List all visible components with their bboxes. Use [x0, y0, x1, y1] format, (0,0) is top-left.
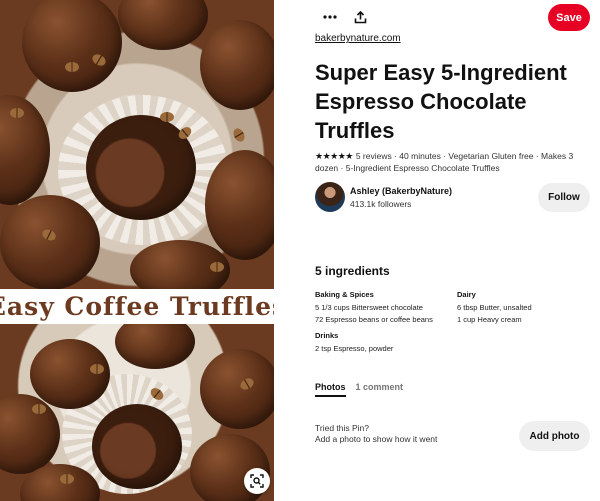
ingredients-column-left: Baking & Spices 5 1/3 cups Bittersweet c… — [315, 289, 455, 359]
rating-stars: ★★★★★ — [315, 151, 353, 161]
ingredient-item: 1 cup Heavy cream — [457, 315, 522, 324]
ingredient-group: Baking & Spices 5 1/3 cups Bittersweet c… — [315, 289, 455, 326]
pin-meta: ★★★★★ 5 reviews · 40 minutes · Vegetarian… — [315, 150, 590, 174]
ingredients-heading: 5 ingredients — [315, 264, 390, 278]
coffee-bean — [65, 62, 79, 72]
truffle — [115, 324, 195, 369]
ingredient-group-title: Dairy — [457, 290, 476, 299]
truffle — [0, 195, 100, 289]
truffle — [200, 349, 274, 429]
coffee-bean — [160, 112, 174, 122]
more-options-icon — [323, 15, 337, 19]
ingredient-group-title: Baking & Spices — [315, 290, 374, 299]
truffle — [118, 0, 208, 50]
recipe-details: · 40 minutes · Vegetarian Gluten free · … — [315, 151, 574, 173]
visual-search-icon — [250, 474, 264, 488]
save-button[interactable]: Save — [548, 4, 590, 31]
truffle — [0, 95, 50, 205]
coffee-bean — [90, 364, 104, 374]
coffee-bean — [32, 404, 46, 414]
truffle — [22, 0, 122, 92]
ingredient-item: 5 1/3 cups Bittersweet chocolate — [315, 303, 423, 312]
author-avatar[interactable] — [315, 182, 345, 212]
truffle — [205, 150, 274, 260]
source-link[interactable]: bakerbynature.com — [315, 33, 401, 44]
truffle — [200, 20, 274, 110]
cut-truffle — [92, 404, 182, 489]
follow-button[interactable]: Follow — [538, 183, 590, 212]
tried-pin-subtitle: Add a photo to show how it went — [315, 434, 438, 444]
ingredient-group: Dairy 6 tbsp Butter, unsalted 1 cup Heav… — [457, 289, 587, 326]
pin-image[interactable]: Easy Coffee Truffles — [0, 0, 274, 501]
ingredient-item: 6 tbsp Butter, unsalted — [457, 303, 532, 312]
truffles-photo-bottom — [0, 324, 274, 501]
ingredient-item: 2 tsp Espresso, powder — [315, 344, 394, 353]
pin-title: Super Easy 5-Ingredient Espresso Chocola… — [315, 60, 567, 143]
add-photo-button[interactable]: Add photo — [519, 421, 590, 451]
ingredient-group: Drinks 2 tsp Espresso, powder — [315, 330, 455, 355]
author-followers: 413.1k followers — [350, 199, 412, 209]
more-options-button[interactable] — [318, 6, 342, 28]
coffee-bean — [60, 474, 74, 484]
tried-pin-title: Tried this Pin? — [315, 423, 370, 433]
truffle — [0, 394, 60, 474]
truffles-photo-top — [0, 0, 274, 289]
reviews-link[interactable]: 5 reviews — [356, 151, 392, 161]
coffee-bean — [231, 126, 247, 144]
truffle — [30, 339, 110, 409]
share-icon — [354, 10, 366, 23]
share-button[interactable] — [348, 6, 372, 28]
image-banner: Easy Coffee Truffles — [0, 289, 274, 324]
ingredients-column-right: Dairy 6 tbsp Butter, unsalted 1 cup Heav… — [457, 289, 587, 330]
coffee-bean — [210, 262, 224, 272]
banner-text: Easy Coffee Truffles — [0, 292, 274, 321]
ingredient-item: 72 Espresso beans or coffee beans — [315, 315, 433, 324]
coffee-bean — [10, 108, 24, 118]
tab-photos[interactable]: Photos — [315, 382, 346, 397]
visual-search-button[interactable] — [244, 468, 270, 494]
ingredient-group-title: Drinks — [315, 331, 339, 340]
comments-tabs: Photos 1 comment — [315, 382, 403, 397]
tab-comments[interactable]: 1 comment — [356, 382, 404, 397]
author-name[interactable]: Ashley (BakerbyNature) — [350, 186, 452, 196]
